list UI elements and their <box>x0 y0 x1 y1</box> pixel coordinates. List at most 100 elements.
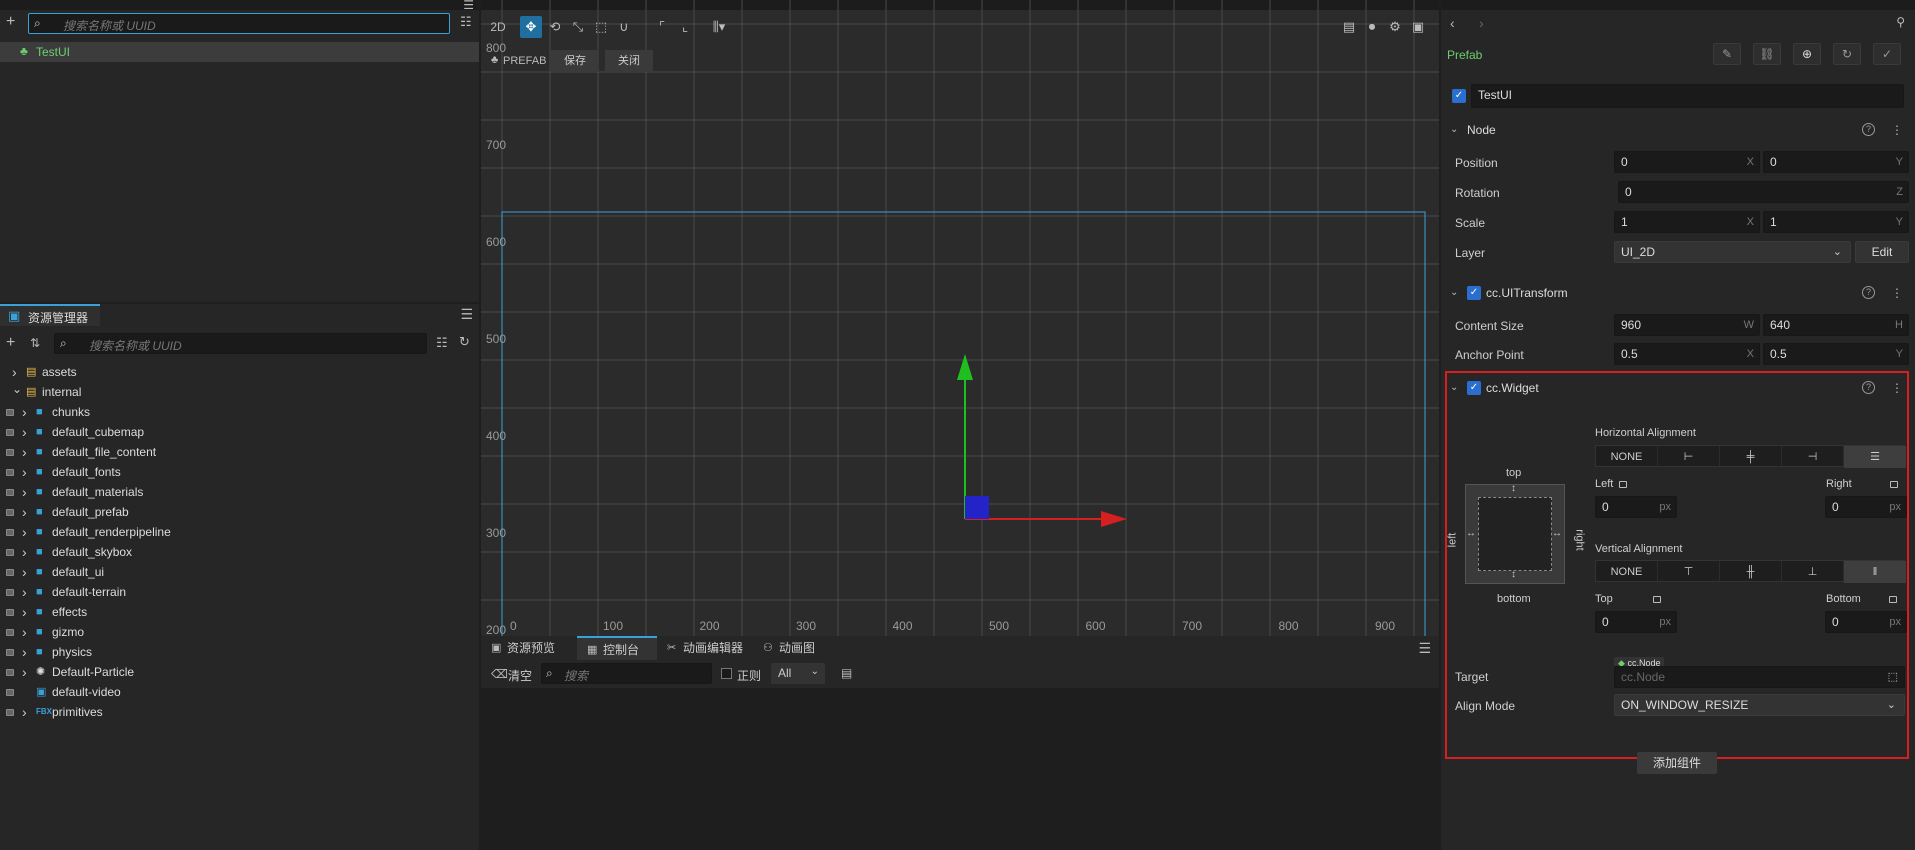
uitransform-enabled-checkbox[interactable]: ✓ <box>1467 286 1481 300</box>
add-asset-button[interactable]: + <box>6 334 15 352</box>
chevron-right-icon[interactable]: › <box>22 402 27 422</box>
rotate-tool-icon[interactable]: ⟲ <box>544 16 566 38</box>
hierarchy-node-testui[interactable]: ♣ TestUI <box>0 42 479 62</box>
chevron-right-icon[interactable]: › <box>22 422 27 442</box>
log-file-icon[interactable]: ▤ <box>841 666 852 680</box>
list-view-icon[interactable]: ☷ <box>436 335 448 351</box>
pin-icon[interactable]: ⚲ <box>1896 15 1905 29</box>
move-tool-icon[interactable]: ✥ <box>520 16 542 38</box>
prefab-apply-icon[interactable]: ✓ <box>1873 43 1901 65</box>
clear-button[interactable]: 清空 <box>508 667 532 684</box>
asset-item-default-file-content[interactable]: › ■ default_file_content <box>0 442 479 462</box>
asset-item-default-prefab[interactable]: › ■ default_prefab <box>0 502 479 522</box>
position-x-input[interactable]: 0X <box>1614 151 1760 173</box>
add-node-button[interactable]: + <box>6 13 15 31</box>
halign-right-icon[interactable]: ⊣ <box>1782 446 1844 468</box>
valign-top-icon[interactable]: ⊤ <box>1658 561 1720 583</box>
chevron-right-icon[interactable]: › <box>22 522 27 542</box>
valign-bottom-icon[interactable]: ⊥ <box>1782 561 1844 583</box>
chevron-right-icon[interactable]: › <box>22 622 27 642</box>
add-component-button[interactable]: 添加组件 <box>1637 752 1717 774</box>
chevron-right-icon[interactable]: › <box>22 462 27 482</box>
widget-enabled-checkbox[interactable]: ✓ <box>1467 381 1481 395</box>
sort-icon[interactable]: ☷ <box>460 14 472 30</box>
prefab-close-button[interactable]: 关闭 <box>605 50 653 72</box>
content-height-input[interactable]: 640 H <box>1763 314 1909 336</box>
chevron-right-icon[interactable]: › <box>22 442 27 462</box>
asset-item-physics[interactable]: › ■ physics <box>0 642 479 662</box>
halign-left-icon[interactable]: ⊢ <box>1658 446 1720 468</box>
assets-search[interactable]: ⌕ 搜索名称或 UUID <box>54 333 427 354</box>
target-input[interactable]: cc.Node ⬚ <box>1614 666 1905 688</box>
scale-x-input[interactable]: 1X <box>1614 211 1760 233</box>
asset-item-primitives[interactable]: › FBX primitives <box>0 702 479 722</box>
chevron-right-icon[interactable]: › <box>22 642 27 662</box>
node-section-header[interactable]: ⌄ Node ? ⋮ <box>1441 117 1915 143</box>
assets-menu-icon[interactable]: ☰ <box>460 306 473 323</box>
asset-item-internal[interactable]: ⌄ ▤ internal <box>0 382 479 402</box>
settings-icon[interactable]: ⚙ <box>1384 16 1406 38</box>
regex-checkbox[interactable] <box>721 668 732 679</box>
camera-icon[interactable]: ⏺ <box>1361 16 1383 38</box>
bottom-tab-3[interactable]: ⚇ 动画图 <box>753 636 833 660</box>
layer-edit-button[interactable]: Edit <box>1855 241 1909 263</box>
scale-tool-icon[interactable]: ⤡ <box>567 16 589 38</box>
snap-tool-icon[interactable]: ∪ <box>613 16 635 38</box>
node-name-input[interactable]: TestUI <box>1471 84 1904 108</box>
help-icon[interactable]: ? <box>1862 286 1875 299</box>
bottom-tab-1[interactable]: ▦ 控制台 <box>577 636 657 660</box>
position-y-input[interactable]: 0Y <box>1763 151 1909 173</box>
widget-alignment-diagram[interactable]: ↕ ↕ ↔ ↔ <box>1465 483 1565 584</box>
chevron-right-icon[interactable]: › <box>22 702 27 722</box>
bottom-input[interactable]: 0 px <box>1825 611 1907 633</box>
halign-center-icon[interactable]: ╪ <box>1720 446 1782 468</box>
more-icon[interactable]: ⋮ <box>1891 280 1903 306</box>
local-global-icon[interactable]: ⌞ <box>674 16 696 38</box>
chevron-right-icon[interactable]: › <box>22 542 27 562</box>
help-icon[interactable]: ? <box>1862 123 1875 136</box>
asset-item-default-particle[interactable]: › ✺ Default-Particle <box>0 662 479 682</box>
node-active-checkbox[interactable]: ✓ <box>1452 89 1466 103</box>
valign-stretch-icon[interactable]: ‖ <box>1844 561 1906 583</box>
asset-item-default-renderpipeline[interactable]: › ■ default_renderpipeline <box>0 522 479 542</box>
left-input[interactable]: 0 px <box>1595 496 1677 518</box>
more-icon[interactable]: ⋮ <box>1891 375 1903 401</box>
asset-item-default-skybox[interactable]: › ■ default_skybox <box>0 542 479 562</box>
chevron-right-icon[interactable]: › <box>22 662 27 682</box>
bottom-tab-2[interactable]: ✂ 动画编辑器 <box>657 636 753 660</box>
chevron-right-icon[interactable]: › <box>22 582 27 602</box>
prefab-save-button[interactable]: 保存 <box>551 50 599 72</box>
align-icon[interactable]: ⫼▾ <box>705 16 733 38</box>
right-input[interactable]: 0 px <box>1825 496 1907 518</box>
forward-icon[interactable]: › <box>1479 15 1484 31</box>
refresh-icon[interactable]: ↻ <box>459 334 470 350</box>
asset-item-chunks[interactable]: › ■ chunks <box>0 402 479 422</box>
prefab-unlink-icon[interactable]: ⛓ <box>1753 43 1781 65</box>
asset-sort-icon[interactable]: ⇅ <box>30 336 40 350</box>
asset-item-gizmo[interactable]: › ■ gizmo <box>0 622 479 642</box>
align-mode-select[interactable]: ON_WINDOW_RESIZE ⌄ <box>1614 694 1905 716</box>
uitransform-section-header[interactable]: ⌄ ✓ cc.UITransform ? ⋮ <box>1441 280 1915 306</box>
lock-icon[interactable] <box>1619 480 1628 488</box>
rotation-input[interactable]: 0Z <box>1618 181 1909 203</box>
chevron-right-icon[interactable]: › <box>22 562 27 582</box>
valign-middle-icon[interactable]: ╫ <box>1720 561 1782 583</box>
prefab-locate-icon[interactable]: ⊕ <box>1793 43 1821 65</box>
asset-item-default-ui[interactable]: › ■ default_ui <box>0 562 479 582</box>
lock-icon[interactable] <box>1888 595 1897 603</box>
widget-section-header[interactable]: ⌄ ✓ cc.Widget ? ⋮ <box>1441 375 1915 401</box>
lock-icon[interactable] <box>1889 480 1898 488</box>
layer-select[interactable]: UI_2D ⌄ <box>1614 241 1851 263</box>
assets-tab[interactable]: ▣ 资源管理器 <box>0 304 100 326</box>
console-search[interactable]: ⌕ 搜索 <box>541 663 712 684</box>
asset-item-default-materials[interactable]: › ■ default_materials <box>0 482 479 502</box>
prefab-revert-icon[interactable]: ↻ <box>1833 43 1861 65</box>
asset-item-effects[interactable]: › ■ effects <box>0 602 479 622</box>
scale-y-input[interactable]: 1Y <box>1763 211 1909 233</box>
halign-none-button[interactable]: NONE <box>1596 446 1658 468</box>
lock-icon[interactable] <box>1652 595 1661 603</box>
anchor-y-input[interactable]: 0.5 Y <box>1763 343 1909 365</box>
prefab-edit-icon[interactable]: ✎ <box>1713 43 1741 65</box>
anchor-x-input[interactable]: 0.5 X <box>1614 343 1760 365</box>
asset-item-default-video[interactable]: ▣ default-video <box>0 682 479 702</box>
